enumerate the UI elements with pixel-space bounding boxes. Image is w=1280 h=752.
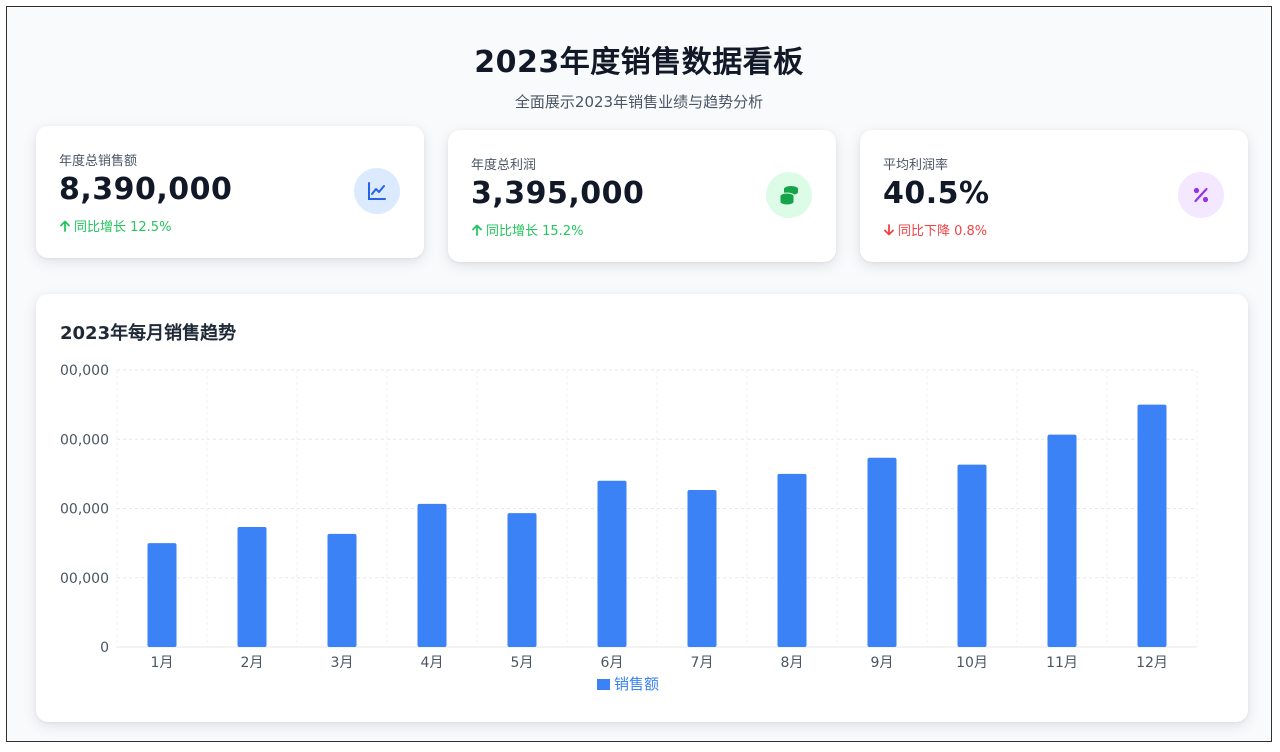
x-tick-label: 4月	[421, 655, 444, 671]
bar	[597, 480, 627, 647]
arrow-down-icon	[884, 223, 894, 235]
stat-card-profit-margin: 平均利润率 40.5% 同比下降 0.8%	[860, 130, 1248, 262]
x-tick-label: 8月	[781, 655, 804, 671]
stat-change: 同比增长 12.5%	[59, 216, 171, 235]
coins-icon	[766, 172, 812, 218]
page-subtitle: 全面展示2023年销售业绩与趋势分析	[514, 93, 764, 111]
bar	[237, 526, 267, 647]
arrow-up-icon	[60, 220, 70, 232]
stat-change-text: 同比下降 0.8%	[898, 224, 988, 239]
x-tick-label: 10月	[956, 655, 988, 671]
y-tick-label: 00,000	[60, 432, 109, 448]
bar	[327, 533, 357, 647]
bar	[417, 503, 447, 647]
bar	[147, 543, 177, 647]
x-tick-label: 1月	[151, 655, 174, 671]
stat-label: 年度总销售额	[59, 154, 138, 169]
arrow-up-icon	[472, 224, 482, 236]
stat-change-text: 同比增长 15.2%	[486, 224, 584, 239]
bar	[867, 457, 897, 647]
legend-swatch	[597, 679, 610, 690]
x-tick-label: 12月	[1136, 655, 1168, 671]
x-tick-label: 9月	[871, 655, 894, 671]
x-tick-label: 7月	[691, 655, 714, 671]
stat-value: 40.5%	[883, 176, 990, 211]
x-tick-label: 11月	[1046, 655, 1078, 671]
y-tick-label: 00,000	[60, 363, 109, 379]
x-tick-label: 5月	[511, 655, 534, 671]
monthly-sales-chart-card: 2023年每月销售趋势 0 00,000 00,000 00,000 00,000 1月 2…	[36, 294, 1248, 722]
stat-label: 年度总利润	[471, 158, 537, 173]
monthly-sales-chart: 0 00,000 00,000 00,000 00,000 1月 2月 3月 4月 5月 6月 7月 8…	[60, 363, 1198, 693]
dashboard-frame: 2023年度销售数据看板 全面展示2023年销售业绩与趋势分析 年度总销售额 8…	[6, 6, 1272, 742]
bar	[957, 464, 987, 647]
dashboard-header: 2023年度销售数据看板 全面展示2023年销售业绩与趋势分析	[7, 37, 1271, 112]
x-tick-label: 6月	[601, 655, 624, 671]
stat-change: 同比增长 15.2%	[471, 220, 583, 239]
y-tick-label: 00,000	[60, 502, 109, 518]
stat-card-total-profit: 年度总利润 3,395,000 同比增长 15.2%	[448, 130, 836, 262]
legend-label: 销售额	[614, 675, 659, 693]
bar	[777, 473, 807, 647]
bar	[1137, 404, 1167, 647]
percent-icon	[1178, 172, 1224, 218]
stat-value: 3,395,000	[471, 176, 645, 211]
stat-value: 8,390,000	[59, 172, 233, 207]
y-tick-label: 00,000	[60, 571, 109, 587]
y-tick-label: 0	[100, 640, 109, 656]
line-chart-icon	[354, 168, 400, 214]
x-tick-label: 3月	[331, 655, 354, 671]
bar	[687, 490, 717, 647]
page-title: 2023年度销售数据看板	[474, 45, 804, 80]
stat-change: 同比下降 0.8%	[883, 220, 987, 239]
x-tick-label: 2月	[241, 655, 264, 671]
stat-label: 平均利润率	[883, 158, 949, 173]
bar	[507, 513, 537, 647]
bar	[1047, 434, 1077, 647]
stat-change-text: 同比增长 12.5%	[74, 220, 172, 235]
stat-card-total-sales: 年度总销售额 8,390,000 同比增长 12.5%	[36, 126, 424, 258]
